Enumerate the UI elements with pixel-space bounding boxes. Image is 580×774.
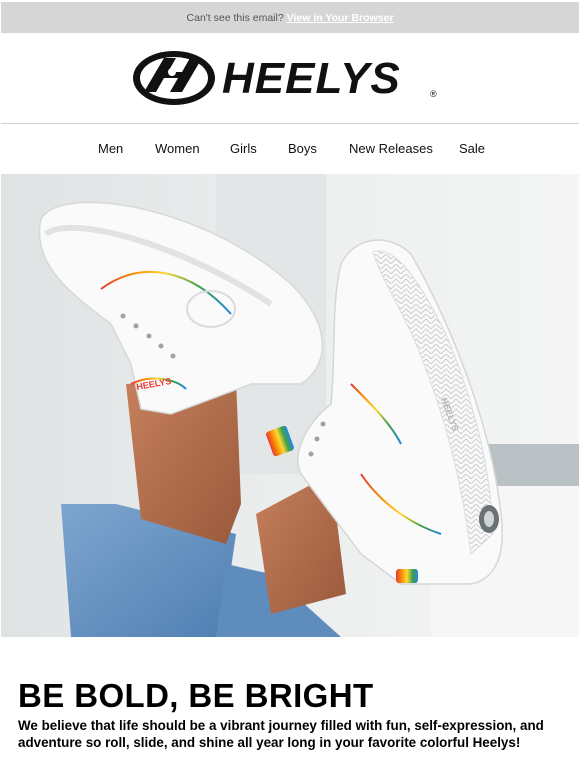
preheader-text: Can't see this email? [186, 11, 284, 24]
headline: BE BOLD, BE BRIGHT [18, 677, 374, 714]
preheader-bar: Can't see this email? View in Your Brows… [1, 2, 579, 33]
brand-logo[interactable]: HEELYS ® [0, 33, 580, 123]
hero-image[interactable]: HEELYS HEELYS [1, 174, 579, 637]
hero-shoes-illustration: HEELYS HEELYS [1, 174, 579, 637]
nav-item-men[interactable]: Men [98, 141, 123, 156]
body-copy: We believe that life should be a vibrant… [18, 718, 544, 750]
nav-item-girls[interactable]: Girls [230, 141, 257, 156]
view-in-browser-link[interactable]: View in Your Browser [287, 12, 394, 24]
heelys-logo-icon: HEELYS ® [133, 51, 437, 105]
nav-item-new-releases[interactable]: New Releases [349, 141, 433, 156]
heelys-wordmark: HEELYS [222, 54, 401, 103]
nav-item-boys[interactable]: Boys [288, 141, 317, 156]
registered-mark: ® [430, 89, 437, 99]
main-nav: Men Women Girls Boys New Releases Sale [0, 124, 580, 174]
nav-item-sale[interactable]: Sale [459, 141, 485, 156]
nav-item-women[interactable]: Women [155, 141, 200, 156]
